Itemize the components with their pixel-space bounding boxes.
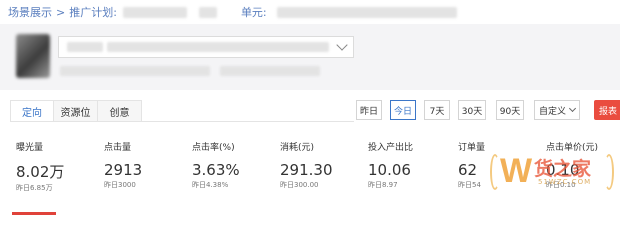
metric-label: 订单量	[458, 143, 486, 153]
metric-yesterday: 昨日54	[458, 181, 481, 189]
metric-label: 曝光量	[16, 143, 44, 153]
caret-down-icon	[568, 104, 577, 113]
metric-yesterday: 昨日3000	[104, 181, 136, 189]
metric-value: 8.02万	[16, 163, 65, 181]
metric-label: 点击率(%)	[192, 143, 235, 153]
metric-yesterday: 昨日300.00	[280, 181, 319, 189]
tab-divider	[10, 121, 354, 122]
metric-cpc: 点击单价(元) 0.10 昨日0.10	[546, 140, 618, 190]
metric-label: 消耗(元)	[280, 143, 315, 153]
redacted-product-meta	[60, 66, 210, 76]
redacted-product-meta-2	[220, 66, 320, 76]
report-button[interactable]: 报表	[594, 100, 620, 120]
metric-yesterday: 昨日4.38%	[192, 181, 229, 189]
product-card	[0, 24, 620, 90]
chevron-down-icon	[336, 39, 348, 51]
metric-yesterday: 昨日0.10	[546, 181, 576, 189]
metric-clicks: 点击量 2913 昨日3000	[104, 140, 194, 190]
breadcrumb-unit-label: 单元:	[240, 6, 267, 19]
metric-orders: 订单量 62 昨日54	[458, 140, 518, 190]
metric-label: 点击单价(元)	[546, 143, 599, 153]
range-30d-button[interactable]: 30天	[458, 100, 486, 120]
metric-ctr: 点击率(%) 3.63% 昨日4.38%	[192, 140, 282, 190]
metric-active-indicator	[12, 212, 56, 215]
redacted-plan-name	[122, 6, 187, 18]
breadcrumb-root-link[interactable]: 场景展示	[8, 4, 52, 20]
metric-yesterday: 昨日6.85万	[16, 184, 53, 192]
product-select[interactable]	[58, 36, 354, 58]
tab-bar: 定向 资源位 创意	[10, 100, 142, 122]
breadcrumb: 场景展示 > 推广计划: 单元:	[8, 4, 457, 20]
metric-value: 62	[458, 161, 478, 179]
range-90d-button[interactable]: 90天	[496, 100, 524, 120]
tab-resource-slot[interactable]: 资源位	[54, 100, 98, 122]
metric-value: 2913	[104, 161, 143, 179]
range-custom-dropdown[interactable]: 自定义	[534, 100, 580, 120]
redacted-unit-name	[276, 6, 457, 18]
tab-creative[interactable]: 创意	[98, 100, 142, 122]
breadcrumb-separator: >	[56, 5, 66, 19]
metric-label: 投入产出比	[368, 143, 414, 153]
redacted-product-title-2	[107, 42, 329, 52]
metric-label: 点击量	[104, 143, 132, 153]
range-custom-label: 自定义	[538, 106, 566, 117]
redacted-plan-detail	[198, 6, 217, 18]
metric-roi: 投入产出比 10.06 昨日8.97	[368, 140, 458, 190]
range-7d-button[interactable]: 7天	[424, 100, 450, 120]
metric-yesterday: 昨日8.97	[368, 181, 398, 189]
product-thumbnail	[16, 34, 50, 78]
range-today-button[interactable]: 今日	[390, 100, 416, 120]
breadcrumb-plan-label: 推广计划:	[69, 6, 117, 19]
metric-impressions: 曝光量 8.02万 昨日6.85万	[16, 140, 106, 193]
metric-spend: 消耗(元) 291.30 昨日300.00	[280, 140, 370, 190]
range-yesterday-button[interactable]: 昨日	[356, 100, 382, 120]
metric-value: 10.06	[368, 161, 411, 179]
metric-value: 0.10	[546, 161, 580, 179]
tab-targeting[interactable]: 定向	[10, 100, 54, 122]
redacted-product-title	[67, 42, 103, 52]
metric-value: 291.30	[280, 161, 333, 179]
metric-value: 3.63%	[192, 161, 240, 179]
